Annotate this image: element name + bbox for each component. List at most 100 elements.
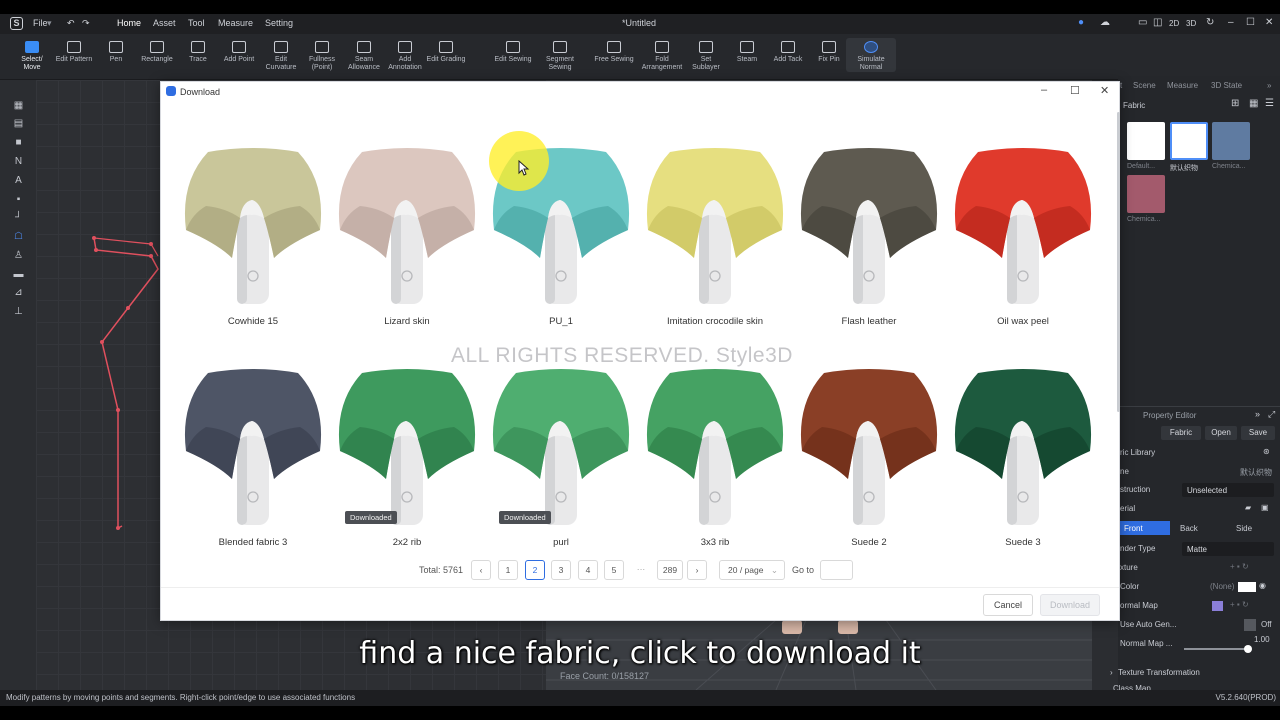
split-view-icon[interactable]: ◫ [1153, 17, 1162, 28]
save-button[interactable]: Save [1241, 426, 1275, 440]
page-button[interactable]: 3 [551, 560, 571, 580]
fabric-card[interactable]: 3x3 rib [638, 339, 792, 559]
page-button-active[interactable]: 2 [525, 560, 545, 580]
undo-icon[interactable]: ↶ [67, 18, 75, 29]
page-ellipsis[interactable]: ··· [631, 560, 651, 580]
text-icon[interactable]: A [13, 175, 24, 186]
refresh-icon[interactable]: ↻ [1206, 17, 1214, 28]
fabric-thumbnail[interactable] [946, 339, 1100, 529]
cloud-icon[interactable]: ☁ [1100, 17, 1110, 28]
fabric-card[interactable]: 2x2 rib Downloaded [330, 339, 484, 559]
cancel-button[interactable]: Cancel [983, 594, 1033, 616]
view-3d-button[interactable]: 3D [1186, 19, 1196, 28]
tab-measure[interactable]: Measure [1167, 81, 1198, 90]
layer-icon[interactable]: ▪ [13, 194, 24, 205]
normal-map-actions-icon[interactable]: + ▪ ↻ [1230, 600, 1249, 609]
scrollbar[interactable] [1117, 112, 1120, 412]
tab-side[interactable]: Side [1236, 524, 1252, 533]
fabric-thumbnail[interactable] [638, 118, 792, 308]
corner-icon[interactable]: ┘ [13, 212, 24, 223]
auto-gen-checkbox[interactable] [1244, 619, 1256, 631]
tab-front[interactable]: Front [1118, 521, 1170, 535]
square-icon[interactable]: ■ [13, 137, 24, 148]
garment-icon[interactable]: ☖ [13, 231, 24, 242]
save-icon[interactable]: ▣ [1261, 503, 1269, 512]
page-size-select[interactable]: 20 / page ⌄ [719, 560, 785, 580]
texture-actions-icon[interactable]: + ▪ ↻ [1230, 562, 1249, 571]
shirt-icon[interactable]: ♙ [13, 250, 24, 261]
normal-map-thumb[interactable] [1212, 601, 1223, 611]
fabric-card[interactable]: Suede 2 [792, 339, 946, 559]
tool-edit-sewing[interactable]: Edit Sewing [488, 38, 538, 64]
tool-free-sewing[interactable]: Free Sewing [589, 38, 639, 64]
minimize-icon[interactable]: – [1228, 17, 1234, 28]
render-type-select[interactable]: Matte [1182, 542, 1274, 556]
ruler-icon[interactable]: ⊿ [13, 287, 24, 298]
download-button[interactable]: Download [1040, 594, 1100, 616]
layout-icon[interactable]: ▭ [1138, 17, 1147, 28]
tool-segment-sewing[interactable]: Segment Sewing [535, 38, 585, 72]
menu-tab-tool[interactable]: Tool [188, 18, 205, 28]
tool-edit-grading[interactable]: Edit Grading [421, 38, 471, 64]
fabric-thumbnail[interactable] [946, 118, 1100, 308]
fabric-thumbnail[interactable] [330, 118, 484, 308]
fabric-card[interactable]: Suede 3 [946, 339, 1100, 559]
fabric-thumbnail[interactable] [176, 339, 330, 529]
view-2d-button[interactable]: 2D [1169, 19, 1179, 28]
page-button[interactable]: 1 [498, 560, 518, 580]
color-picker-icon[interactable]: ◉ [1259, 581, 1266, 590]
fabric-swatch-chemical-2[interactable] [1127, 175, 1165, 213]
fabric-type-button[interactable]: Fabric [1161, 426, 1201, 440]
goto-input[interactable] [820, 560, 853, 580]
measure-icon[interactable]: ⊥ [13, 306, 24, 317]
list-view-icon[interactable]: ☰ [1265, 98, 1274, 109]
library-icon[interactable]: ⊛ [1263, 447, 1270, 456]
tab-3d-state[interactable]: 3D State [1211, 81, 1242, 90]
fabric-thumbnail[interactable] [176, 118, 330, 308]
redo-icon[interactable]: ↷ [82, 18, 90, 29]
folder-icon[interactable]: ▰ [1245, 503, 1251, 512]
fabric-swatch-selected[interactable] [1170, 122, 1208, 160]
notch-icon[interactable]: N [13, 156, 24, 167]
fabric-card[interactable]: Oil wax peel [946, 118, 1100, 338]
tab-object[interactable]: t [1120, 81, 1122, 90]
color-swatch[interactable] [1238, 582, 1256, 592]
account-icon[interactable]: ● [1078, 17, 1084, 28]
page-button[interactable]: 5 [604, 560, 624, 580]
tab-scene[interactable]: Scene [1133, 81, 1156, 90]
menu-tab-asset[interactable]: Asset [153, 18, 176, 28]
maximize-icon[interactable]: ☐ [1070, 84, 1080, 97]
grid-view-icon[interactable]: ▦ [1249, 98, 1258, 109]
tool-simulate[interactable]: Simulate Normal [846, 38, 896, 72]
fabric-thumbnail[interactable] [792, 118, 946, 308]
menu-tab-setting[interactable]: Setting [265, 18, 293, 28]
tool-fold-arrangement[interactable]: Fold Arrangement [637, 38, 687, 72]
construction-select[interactable]: Unselected [1182, 483, 1274, 497]
collapse-icon[interactable]: » [1255, 409, 1260, 419]
expand-icon[interactable]: ⤢ [1268, 409, 1275, 420]
minimize-icon[interactable]: – [1041, 84, 1047, 96]
menu-tab-home[interactable]: Home [117, 18, 141, 28]
chevron-right-icon[interactable]: » [1267, 81, 1271, 90]
grid-icon[interactable]: ▤ [13, 118, 24, 129]
menu-tab-measure[interactable]: Measure [218, 18, 253, 28]
page-button[interactable]: 4 [578, 560, 598, 580]
page-button[interactable]: 289 [657, 560, 683, 580]
tab-back[interactable]: Back [1180, 524, 1198, 533]
close-icon[interactable]: ✕ [1100, 84, 1109, 97]
checker-icon[interactable]: ▦ [13, 100, 24, 111]
add-icon[interactable]: ⊞ [1231, 98, 1239, 109]
next-page-icon[interactable]: › [687, 560, 707, 580]
fabric-swatch-default[interactable] [1127, 122, 1165, 160]
prev-page-icon[interactable]: ‹ [471, 560, 491, 580]
fabric-card[interactable]: Lizard skin [330, 118, 484, 338]
maximize-icon[interactable]: ☐ [1246, 17, 1255, 28]
fabric-thumbnail[interactable] [792, 339, 946, 529]
fabric-card[interactable]: Blended fabric 3 [176, 339, 330, 559]
fabric-card[interactable]: Imitation crocodile skin [638, 118, 792, 338]
fabric-card[interactable]: Cowhide 15 [176, 118, 330, 338]
open-button[interactable]: Open [1205, 426, 1237, 440]
menu-file[interactable]: File [33, 18, 48, 28]
fabric-card[interactable]: Flash leather [792, 118, 946, 338]
close-icon[interactable]: ✕ [1265, 17, 1273, 28]
